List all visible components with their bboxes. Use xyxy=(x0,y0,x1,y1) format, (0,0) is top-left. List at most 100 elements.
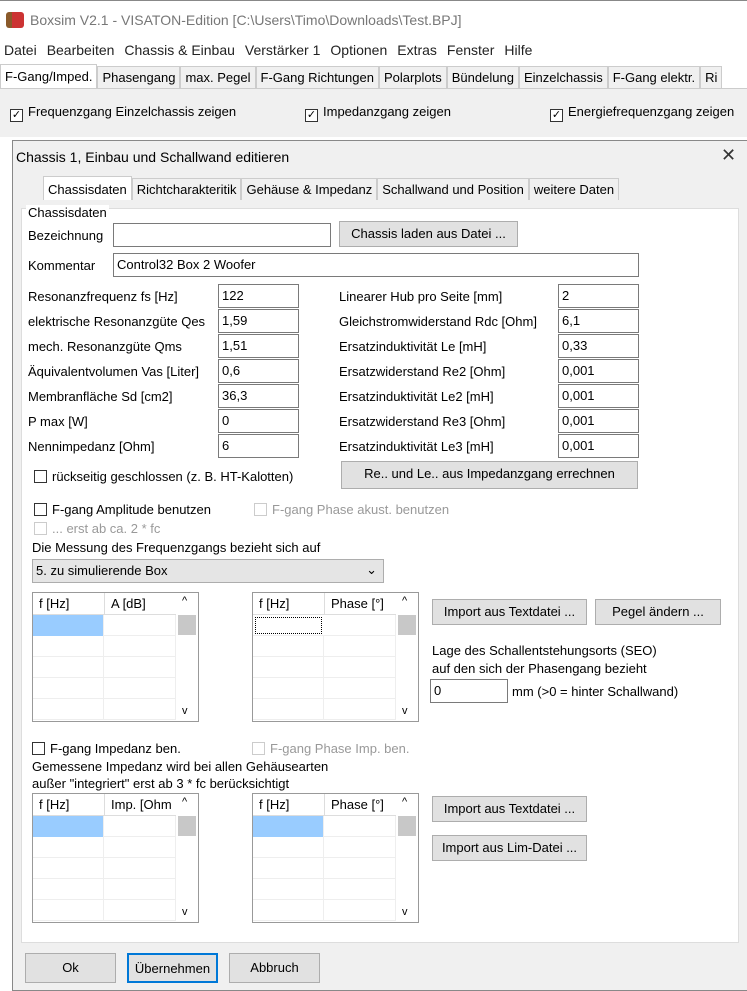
option-energy[interactable]: ✓ Energiefrequenzgang zeigen xyxy=(550,104,734,122)
menu-fenster[interactable]: Fenster xyxy=(447,42,494,58)
table-row[interactable] xyxy=(253,699,397,720)
tab-max-pegel[interactable]: max. Pegel xyxy=(180,66,256,88)
checkbox-icon[interactable] xyxy=(34,470,47,483)
tab-weitere[interactable]: weitere Daten xyxy=(528,178,620,200)
chevron-up-icon[interactable]: ^ xyxy=(402,595,407,607)
table-cell[interactable] xyxy=(253,636,324,657)
table-cell[interactable] xyxy=(105,657,176,678)
menu-bearbeiten[interactable]: Bearbeiten xyxy=(47,42,115,58)
table-cell[interactable] xyxy=(253,816,324,837)
table-row[interactable] xyxy=(253,636,397,657)
table-cell[interactable] xyxy=(325,699,396,720)
table-cell[interactable] xyxy=(33,816,104,837)
tab-ri[interactable]: Ri xyxy=(700,66,723,88)
table-row[interactable] xyxy=(253,678,397,699)
scrollbar-thumb[interactable] xyxy=(398,615,416,635)
tab-fgang-imped[interactable]: F-Gang/Imped. xyxy=(0,64,98,88)
table-row[interactable] xyxy=(253,816,397,837)
chevron-down-icon[interactable]: v xyxy=(402,705,408,717)
table-cell[interactable] xyxy=(33,837,104,858)
menu-hilfe[interactable]: Hilfe xyxy=(504,42,532,58)
table-cell[interactable] xyxy=(253,837,324,858)
tab-chassisdaten[interactable]: Chassisdaten xyxy=(43,176,132,200)
chevron-down-icon[interactable]: v xyxy=(402,906,408,918)
table-cell[interactable] xyxy=(253,678,324,699)
param-input[interactable]: 6 xyxy=(218,434,299,458)
table-row[interactable] xyxy=(33,657,177,678)
table-cell[interactable] xyxy=(105,615,176,636)
param-input[interactable]: 1,51 xyxy=(218,334,299,358)
table-cell[interactable] xyxy=(325,879,396,900)
table-cell[interactable] xyxy=(325,615,396,636)
from-fc-checkbox[interactable]: ... erst ab ca. 2 * fc xyxy=(34,521,160,536)
table-cell[interactable] xyxy=(105,900,176,921)
param-input[interactable]: 1,59 xyxy=(218,309,299,333)
checkbox-checked-icon[interactable]: ✓ xyxy=(10,109,23,122)
param-input[interactable]: 0,001 xyxy=(558,384,639,408)
tab-gehaeuse[interactable]: Gehäuse & Impedanz xyxy=(241,178,378,200)
chevron-up-icon[interactable]: ^ xyxy=(182,796,187,808)
import-text-button-2[interactable]: Import aus Textdatei ... xyxy=(432,796,587,822)
tab-einzelchassis[interactable]: Einzelchassis xyxy=(518,66,608,88)
tab-phasengang[interactable]: Phasengang xyxy=(97,66,181,88)
fgang-phase-checkbox[interactable]: F-gang Phase akust. benutzen xyxy=(254,502,449,517)
table-row[interactable] xyxy=(33,858,177,879)
chevron-down-icon[interactable]: v xyxy=(182,906,188,918)
table-row[interactable] xyxy=(33,837,177,858)
param-input[interactable]: 0,001 xyxy=(558,359,639,383)
kommentar-input[interactable]: Control32 Box 2 Woofer xyxy=(113,253,639,277)
column-header[interactable]: f [Hz] xyxy=(253,794,325,816)
tab-buendelung[interactable]: Bündelung xyxy=(446,66,519,88)
menu-datei[interactable]: Datei xyxy=(4,42,37,58)
menu-extras[interactable]: Extras xyxy=(397,42,437,58)
table-cell[interactable] xyxy=(325,837,396,858)
ok-button[interactable]: Ok xyxy=(25,953,116,983)
column-header[interactable]: f [Hz] xyxy=(33,794,105,816)
fgang-phase-imp-checkbox[interactable]: F-gang Phase Imp. ben. xyxy=(252,741,409,756)
chevron-up-icon[interactable]: ^ xyxy=(402,796,407,808)
checkbox-icon[interactable] xyxy=(34,503,47,516)
table-cell[interactable] xyxy=(105,816,176,837)
param-input[interactable]: 6,1 xyxy=(558,309,639,333)
import-text-button[interactable]: Import aus Textdatei ... xyxy=(432,599,587,625)
checkbox-icon[interactable] xyxy=(254,503,267,516)
param-input[interactable]: 122 xyxy=(218,284,299,308)
fgang-amp-checkbox[interactable]: F-gang Amplitude benutzen xyxy=(34,502,211,517)
tab-polarplots[interactable]: Polarplots xyxy=(378,66,447,88)
fgang-imp-checkbox[interactable]: F-gang Impedanz ben. xyxy=(32,741,181,756)
table-row[interactable] xyxy=(33,816,177,837)
grid-amplitude[interactable]: f [Hz] A [dB] ^ v xyxy=(32,592,199,722)
table-cell[interactable] xyxy=(33,858,104,879)
table-row[interactable] xyxy=(253,615,397,636)
cancel-button[interactable]: Abbruch xyxy=(229,953,320,983)
table-row[interactable] xyxy=(33,699,177,720)
seo-input[interactable]: 0 xyxy=(430,679,508,703)
param-input[interactable]: 0 xyxy=(218,409,299,433)
param-input[interactable]: 36,3 xyxy=(218,384,299,408)
grid-phase[interactable]: f [Hz] Phase [°] ^ v xyxy=(252,592,419,722)
table-cell[interactable] xyxy=(105,699,176,720)
grid-impedance[interactable]: f [Hz] Imp. [Ohm ^ v xyxy=(32,793,199,923)
table-cell[interactable] xyxy=(255,617,322,634)
column-header[interactable]: Phase [°] xyxy=(325,794,397,816)
table-cell[interactable] xyxy=(33,879,104,900)
table-cell[interactable] xyxy=(325,858,396,879)
column-header[interactable]: f [Hz] xyxy=(33,593,105,615)
option-impedance[interactable]: ✓ Impedanzgang zeigen xyxy=(305,104,451,122)
tab-fgang-elektr[interactable]: F-Gang elektr. xyxy=(607,66,701,88)
table-row[interactable] xyxy=(33,900,177,921)
table-row[interactable] xyxy=(253,657,397,678)
load-chassis-button[interactable]: Chassis laden aus Datei ... xyxy=(339,221,518,247)
scrollbar[interactable]: ^ v xyxy=(396,593,418,721)
column-header[interactable]: Imp. [Ohm xyxy=(105,794,177,816)
chevron-up-icon[interactable]: ^ xyxy=(182,595,187,607)
table-cell[interactable] xyxy=(253,657,324,678)
checkbox-icon[interactable] xyxy=(252,742,265,755)
param-input[interactable]: 0,6 xyxy=(218,359,299,383)
scrollbar-thumb[interactable] xyxy=(178,615,196,635)
param-input[interactable]: 0,33 xyxy=(558,334,639,358)
table-row[interactable] xyxy=(33,615,177,636)
option-freq-single[interactable]: ✓ Frequenzgang Einzelchassis zeigen xyxy=(10,104,236,122)
measure-select[interactable]: 5. zu simulierende Box ⌄ xyxy=(32,559,384,583)
param-input[interactable]: 2 xyxy=(558,284,639,308)
